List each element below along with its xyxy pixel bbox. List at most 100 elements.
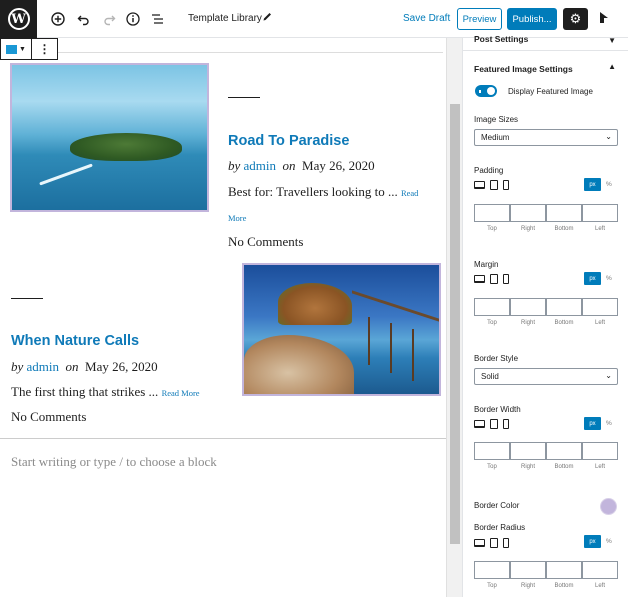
info-icon[interactable]	[124, 10, 142, 28]
save-draft-button[interactable]: Save Draft	[403, 13, 450, 24]
padding-device-switcher	[474, 180, 509, 190]
preview-button[interactable]: Preview	[457, 8, 502, 30]
pencil-icon[interactable]	[262, 11, 273, 25]
toggle-knob	[487, 87, 495, 95]
margin-label: Margin	[474, 260, 499, 269]
padding-unit-percent[interactable]: %	[606, 181, 612, 188]
vertical-ellipsis-icon: ⋮	[38, 42, 51, 56]
by-label: by	[11, 359, 24, 374]
border-width-inputs	[474, 442, 618, 460]
post-title[interactable]: Road To Paradise	[228, 133, 349, 149]
border-radius-label: Border Radius	[474, 523, 526, 532]
border-width-bottom-input[interactable]	[546, 442, 582, 460]
chevron-up-icon[interactable]: ▲	[608, 62, 616, 71]
border-radius-unit-percent[interactable]: %	[606, 538, 612, 545]
mobile-icon[interactable]	[503, 419, 509, 429]
on-label: on	[282, 158, 296, 173]
border-style-select[interactable]: Solid ⌄	[474, 368, 618, 385]
mobile-icon[interactable]	[503, 538, 509, 548]
post-featured-image[interactable]	[10, 63, 209, 212]
top-label: Top	[487, 464, 497, 470]
post-title[interactable]: When Nature Calls	[11, 333, 139, 349]
post-author-link[interactable]: admin	[244, 158, 277, 173]
border-width-left-input[interactable]	[582, 442, 618, 460]
document-title[interactable]: Template Library	[188, 13, 262, 24]
post-featured-image[interactable]	[242, 263, 441, 396]
border-width-right-input[interactable]	[510, 442, 546, 460]
plus-circle-icon[interactable]	[49, 10, 67, 28]
padding-unit-px[interactable]: px	[584, 178, 601, 191]
padding-label: Padding	[474, 166, 504, 175]
settings-button[interactable]: ⚙	[563, 8, 588, 30]
bridge-post	[390, 323, 392, 373]
desktop-icon[interactable]	[474, 539, 485, 547]
post-author-link[interactable]: admin	[27, 359, 60, 374]
post-comments[interactable]: No Comments	[228, 234, 303, 250]
margin-bottom-input[interactable]	[546, 298, 582, 316]
padding-left-input[interactable]	[582, 204, 618, 222]
featured-image-settings-toggle[interactable]: Featured Image Settings	[474, 64, 573, 74]
padding-bottom-input[interactable]	[546, 204, 582, 222]
margin-unit-px[interactable]: px	[584, 272, 601, 285]
read-more-link-continued[interactable]: More	[228, 213, 246, 223]
padding-top-input[interactable]	[474, 204, 510, 222]
publish-button[interactable]: Publish...	[507, 8, 557, 30]
image-sizes-select[interactable]: Medium ⌄	[474, 129, 618, 146]
post-excerpt-text: The first thing that strikes ...	[11, 384, 159, 399]
image-sizes-label: Image Sizes	[474, 115, 519, 124]
bridge-post	[368, 317, 370, 365]
plugin-icon[interactable]	[598, 11, 610, 27]
margin-right-input[interactable]	[510, 298, 546, 316]
border-radius-top-input[interactable]	[474, 561, 510, 579]
border-radius-right-input[interactable]	[510, 561, 546, 579]
redo-icon[interactable]	[100, 10, 118, 28]
margin-left-input[interactable]	[582, 298, 618, 316]
chevron-down-icon[interactable]: ▼	[608, 36, 616, 45]
top-label: Top	[487, 583, 497, 589]
desktop-icon[interactable]	[474, 420, 485, 428]
block-type-switcher[interactable]: ▼	[1, 39, 32, 59]
mobile-icon[interactable]	[503, 274, 509, 284]
border-color-swatch[interactable]	[600, 498, 617, 515]
margin-top-input[interactable]	[474, 298, 510, 316]
island-shape	[70, 133, 182, 161]
post-comments[interactable]: No Comments	[11, 409, 86, 425]
tablet-icon[interactable]	[490, 538, 498, 548]
block-appender-placeholder[interactable]: Start writing or type / to choose a bloc…	[11, 454, 217, 470]
left-label: Left	[594, 226, 605, 232]
left-label: Left	[594, 583, 605, 589]
block-separator	[0, 438, 446, 439]
tablet-icon[interactable]	[490, 419, 498, 429]
display-featured-image-toggle[interactable]	[475, 85, 497, 97]
wordpress-logo-button[interactable]: W	[0, 0, 37, 38]
border-width-top-input[interactable]	[474, 442, 510, 460]
desktop-icon[interactable]	[474, 181, 485, 189]
margin-unit-percent[interactable]: %	[606, 275, 612, 282]
bottom-label: Bottom	[554, 464, 574, 470]
post-divider	[11, 298, 43, 299]
margin-input-labels: Top Right Bottom Left	[474, 320, 618, 326]
read-more-link[interactable]: Read	[401, 188, 418, 198]
read-more-link[interactable]: Read More	[162, 388, 200, 398]
border-width-unit-px[interactable]: px	[584, 417, 601, 430]
scrollbar-thumb[interactable]	[450, 104, 460, 544]
editor-canvas: Road To Paradise by admin on May 26, 202…	[0, 38, 446, 597]
desktop-icon[interactable]	[474, 275, 485, 283]
editor-scrollbar[interactable]	[446, 38, 462, 597]
tablet-icon[interactable]	[490, 274, 498, 284]
padding-input-labels: Top Right Bottom Left	[474, 226, 618, 232]
border-radius-bottom-input[interactable]	[546, 561, 582, 579]
tablet-icon[interactable]	[490, 180, 498, 190]
post-settings-panel-toggle[interactable]: Post Settings	[474, 34, 528, 44]
border-radius-unit-px[interactable]: px	[584, 535, 601, 548]
list-view-icon[interactable]	[148, 10, 166, 28]
post-date: May 26, 2020	[85, 359, 158, 374]
margin-inputs	[474, 298, 618, 316]
padding-right-input[interactable]	[510, 204, 546, 222]
more-options-button[interactable]: ⋮	[32, 39, 57, 59]
border-width-unit-percent[interactable]: %	[606, 420, 612, 427]
undo-icon[interactable]	[74, 10, 92, 28]
mobile-icon[interactable]	[503, 180, 509, 190]
toggle-on-indicator	[479, 90, 481, 93]
border-radius-left-input[interactable]	[582, 561, 618, 579]
